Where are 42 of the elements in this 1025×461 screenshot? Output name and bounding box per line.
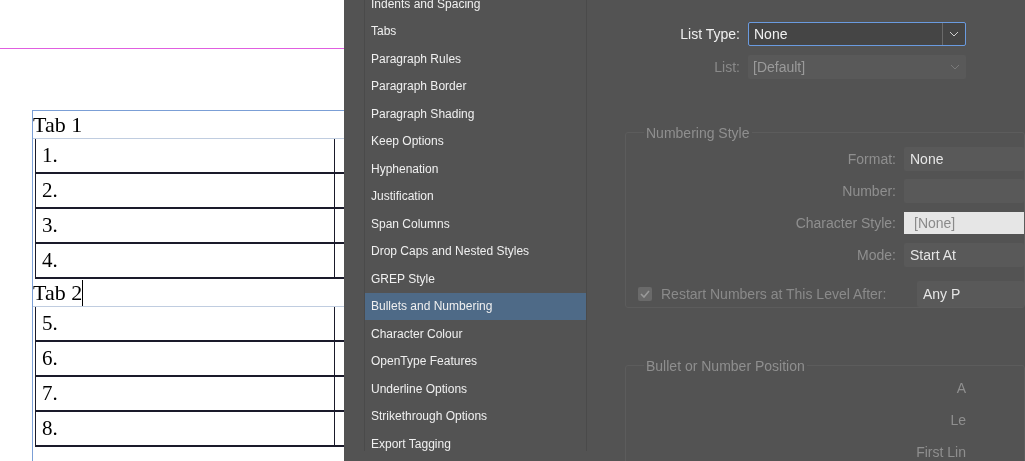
category-item[interactable]: GREP Style — [365, 265, 586, 293]
category-item[interactable]: Character Colour — [365, 320, 586, 348]
field-label: Format: — [846, 149, 897, 169]
chevron-down-icon — [949, 31, 959, 37]
category-item[interactable]: Paragraph Border — [365, 72, 586, 100]
table-cell: 1. — [35, 139, 335, 172]
category-item[interactable]: Paragraph Rules — [365, 45, 586, 73]
field-label: First Lin — [916, 443, 966, 461]
table-cell: 3. — [35, 209, 335, 242]
category-item[interactable]: Hyphenation — [365, 155, 586, 183]
field-label: List Type: — [679, 24, 741, 44]
category-item[interactable]: Tabs — [365, 17, 586, 45]
category-item[interactable]: Keep Options — [365, 127, 586, 155]
table-heading: Tab 2 — [33, 280, 84, 306]
dropdown[interactable]: Start At — [904, 243, 1024, 267]
table-cell: 6. — [35, 342, 335, 375]
category-item[interactable]: Strikethrough Options — [365, 402, 586, 430]
table-cell: 2. — [35, 174, 335, 207]
field-label: Character Style: — [794, 213, 897, 233]
category-item[interactable]: Bullets and Numbering — [365, 292, 586, 320]
category-item[interactable]: Underline Options — [365, 375, 586, 403]
category-item[interactable]: Span Columns — [365, 210, 586, 238]
category-item[interactable]: OpenType Features — [365, 347, 586, 375]
field-label: Mode: — [856, 245, 897, 265]
checkbox[interactable] — [638, 287, 652, 301]
dropdown[interactable]: None — [904, 147, 1024, 171]
chevron-down-icon — [950, 64, 960, 70]
field-label: Le — [950, 411, 966, 430]
table-cell: 5. — [35, 307, 335, 340]
category-item[interactable]: Paragraph Shading — [365, 100, 586, 128]
table-heading: Tab 1 — [33, 112, 83, 138]
category-item[interactable]: Export Tagging — [365, 430, 586, 458]
checkmark-icon — [640, 290, 650, 298]
field-label: Number: — [841, 181, 897, 201]
category-item[interactable]: Drop Caps and Nested Styles — [365, 237, 586, 265]
table-cell: 8. — [35, 412, 335, 445]
table-cell: 4. — [35, 244, 335, 277]
table-cell: 7. — [35, 377, 335, 410]
category-item[interactable]: Justification — [365, 182, 586, 210]
dropdown[interactable]: None — [748, 22, 966, 46]
field-label: A — [956, 379, 966, 398]
dropdown[interactable]: Any P — [917, 281, 1024, 307]
